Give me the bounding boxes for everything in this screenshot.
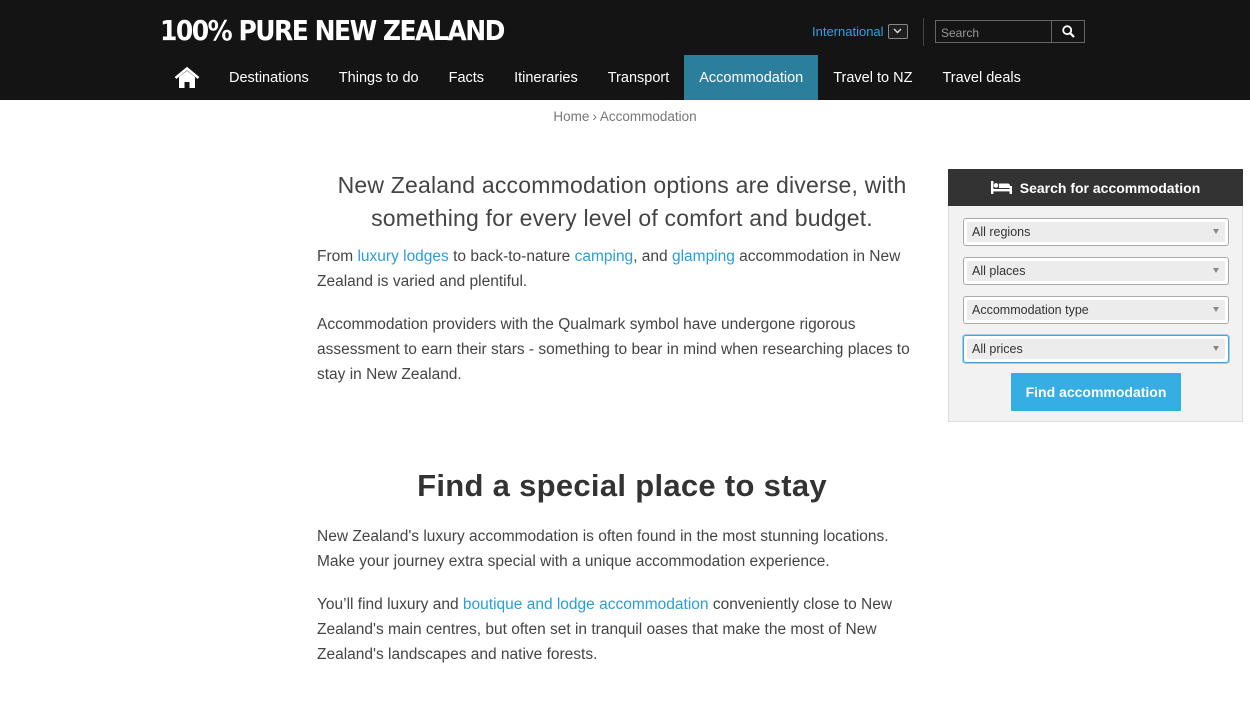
intro-paragraph: From luxury lodges to back-to-nature cam… <box>317 244 927 294</box>
region-selector[interactable]: International <box>812 22 908 40</box>
header-divider <box>923 18 924 46</box>
accommodation-type-select[interactable]: Accommodation type <box>963 296 1229 324</box>
site-header: 100% PURE NEW ZEALAND International Dest… <box>0 0 1250 100</box>
nav-travel-to-nz[interactable]: Travel to NZ <box>818 55 927 100</box>
luxury-paragraph: New Zealand's luxury accommodation is of… <box>317 524 927 574</box>
luxury-lodges-link[interactable]: luxury lodges <box>357 248 448 265</box>
nav-accommodation[interactable]: Accommodation <box>684 55 818 100</box>
text: to back-to-nature <box>449 248 575 265</box>
accommodation-search-panel: Search for accommodation All regions All… <box>948 169 1243 422</box>
qualmark-paragraph: Accommodation providers with the Qualmar… <box>317 312 927 387</box>
price-select-value: All prices <box>972 342 1023 356</box>
nav-facts[interactable]: Facts <box>434 55 499 100</box>
nav-things-to-do[interactable]: Things to do <box>324 55 434 100</box>
place-select[interactable]: All places <box>963 257 1229 285</box>
accommodation-search-title: Search for accommodation <box>1020 180 1201 196</box>
breadcrumb-home[interactable]: Home <box>553 109 589 124</box>
nav-transport[interactable]: Transport <box>593 55 685 100</box>
boutique-paragraph: You’ll find luxury and boutique and lodg… <box>317 592 927 667</box>
main-nav: Destinations Things to do Facts Itinerar… <box>160 55 1036 100</box>
boutique-lodge-link[interactable]: boutique and lodge accommodation <box>463 596 709 613</box>
breadcrumb-separator: › <box>592 109 597 124</box>
dropdown-arrow-icon <box>1213 307 1219 312</box>
camping-link[interactable]: camping <box>575 248 634 265</box>
breadcrumb-current[interactable]: Accommodation <box>600 109 697 124</box>
place-select-value: All places <box>972 264 1026 278</box>
nav-travel-deals[interactable]: Travel deals <box>927 55 1035 100</box>
search-icon <box>1062 25 1075 38</box>
glamping-link[interactable]: glamping <box>672 248 735 265</box>
intro-section: New Zealand accommodation options are di… <box>317 169 927 387</box>
intro-heading: New Zealand accommodation options are di… <box>309 169 935 235</box>
site-logo[interactable]: 100% PURE NEW ZEALAND <box>160 14 504 46</box>
region-select-value: All regions <box>972 225 1030 239</box>
search-input[interactable] <box>936 21 1051 42</box>
text: , and <box>633 248 672 265</box>
region-label[interactable]: International <box>812 24 884 39</box>
nav-home[interactable] <box>160 55 214 100</box>
nav-itineraries[interactable]: Itineraries <box>499 55 593 100</box>
price-select[interactable]: All prices <box>963 335 1229 363</box>
dropdown-arrow-icon <box>1213 346 1219 351</box>
nav-destinations[interactable]: Destinations <box>214 55 324 100</box>
accommodation-type-value: Accommodation type <box>972 303 1089 317</box>
home-icon <box>174 67 200 89</box>
accommodation-search-header: Search for accommodation <box>948 169 1243 206</box>
breadcrumb: Home›Accommodation <box>0 109 1250 124</box>
bed-icon <box>991 181 1012 194</box>
region-select[interactable]: All regions <box>963 218 1229 246</box>
special-section: New Zealand's luxury accommodation is of… <box>317 524 927 667</box>
dropdown-arrow-icon <box>1213 229 1219 234</box>
special-heading: Find a special place to stay <box>317 468 927 504</box>
dropdown-arrow-icon <box>1213 268 1219 273</box>
text: You’ll find luxury and <box>317 596 463 613</box>
search-box <box>935 20 1085 43</box>
text: From <box>317 248 357 265</box>
find-accommodation-button[interactable]: Find accommodation <box>1011 373 1181 411</box>
chevron-down-icon[interactable] <box>888 24 908 39</box>
search-button[interactable] <box>1051 21 1084 42</box>
